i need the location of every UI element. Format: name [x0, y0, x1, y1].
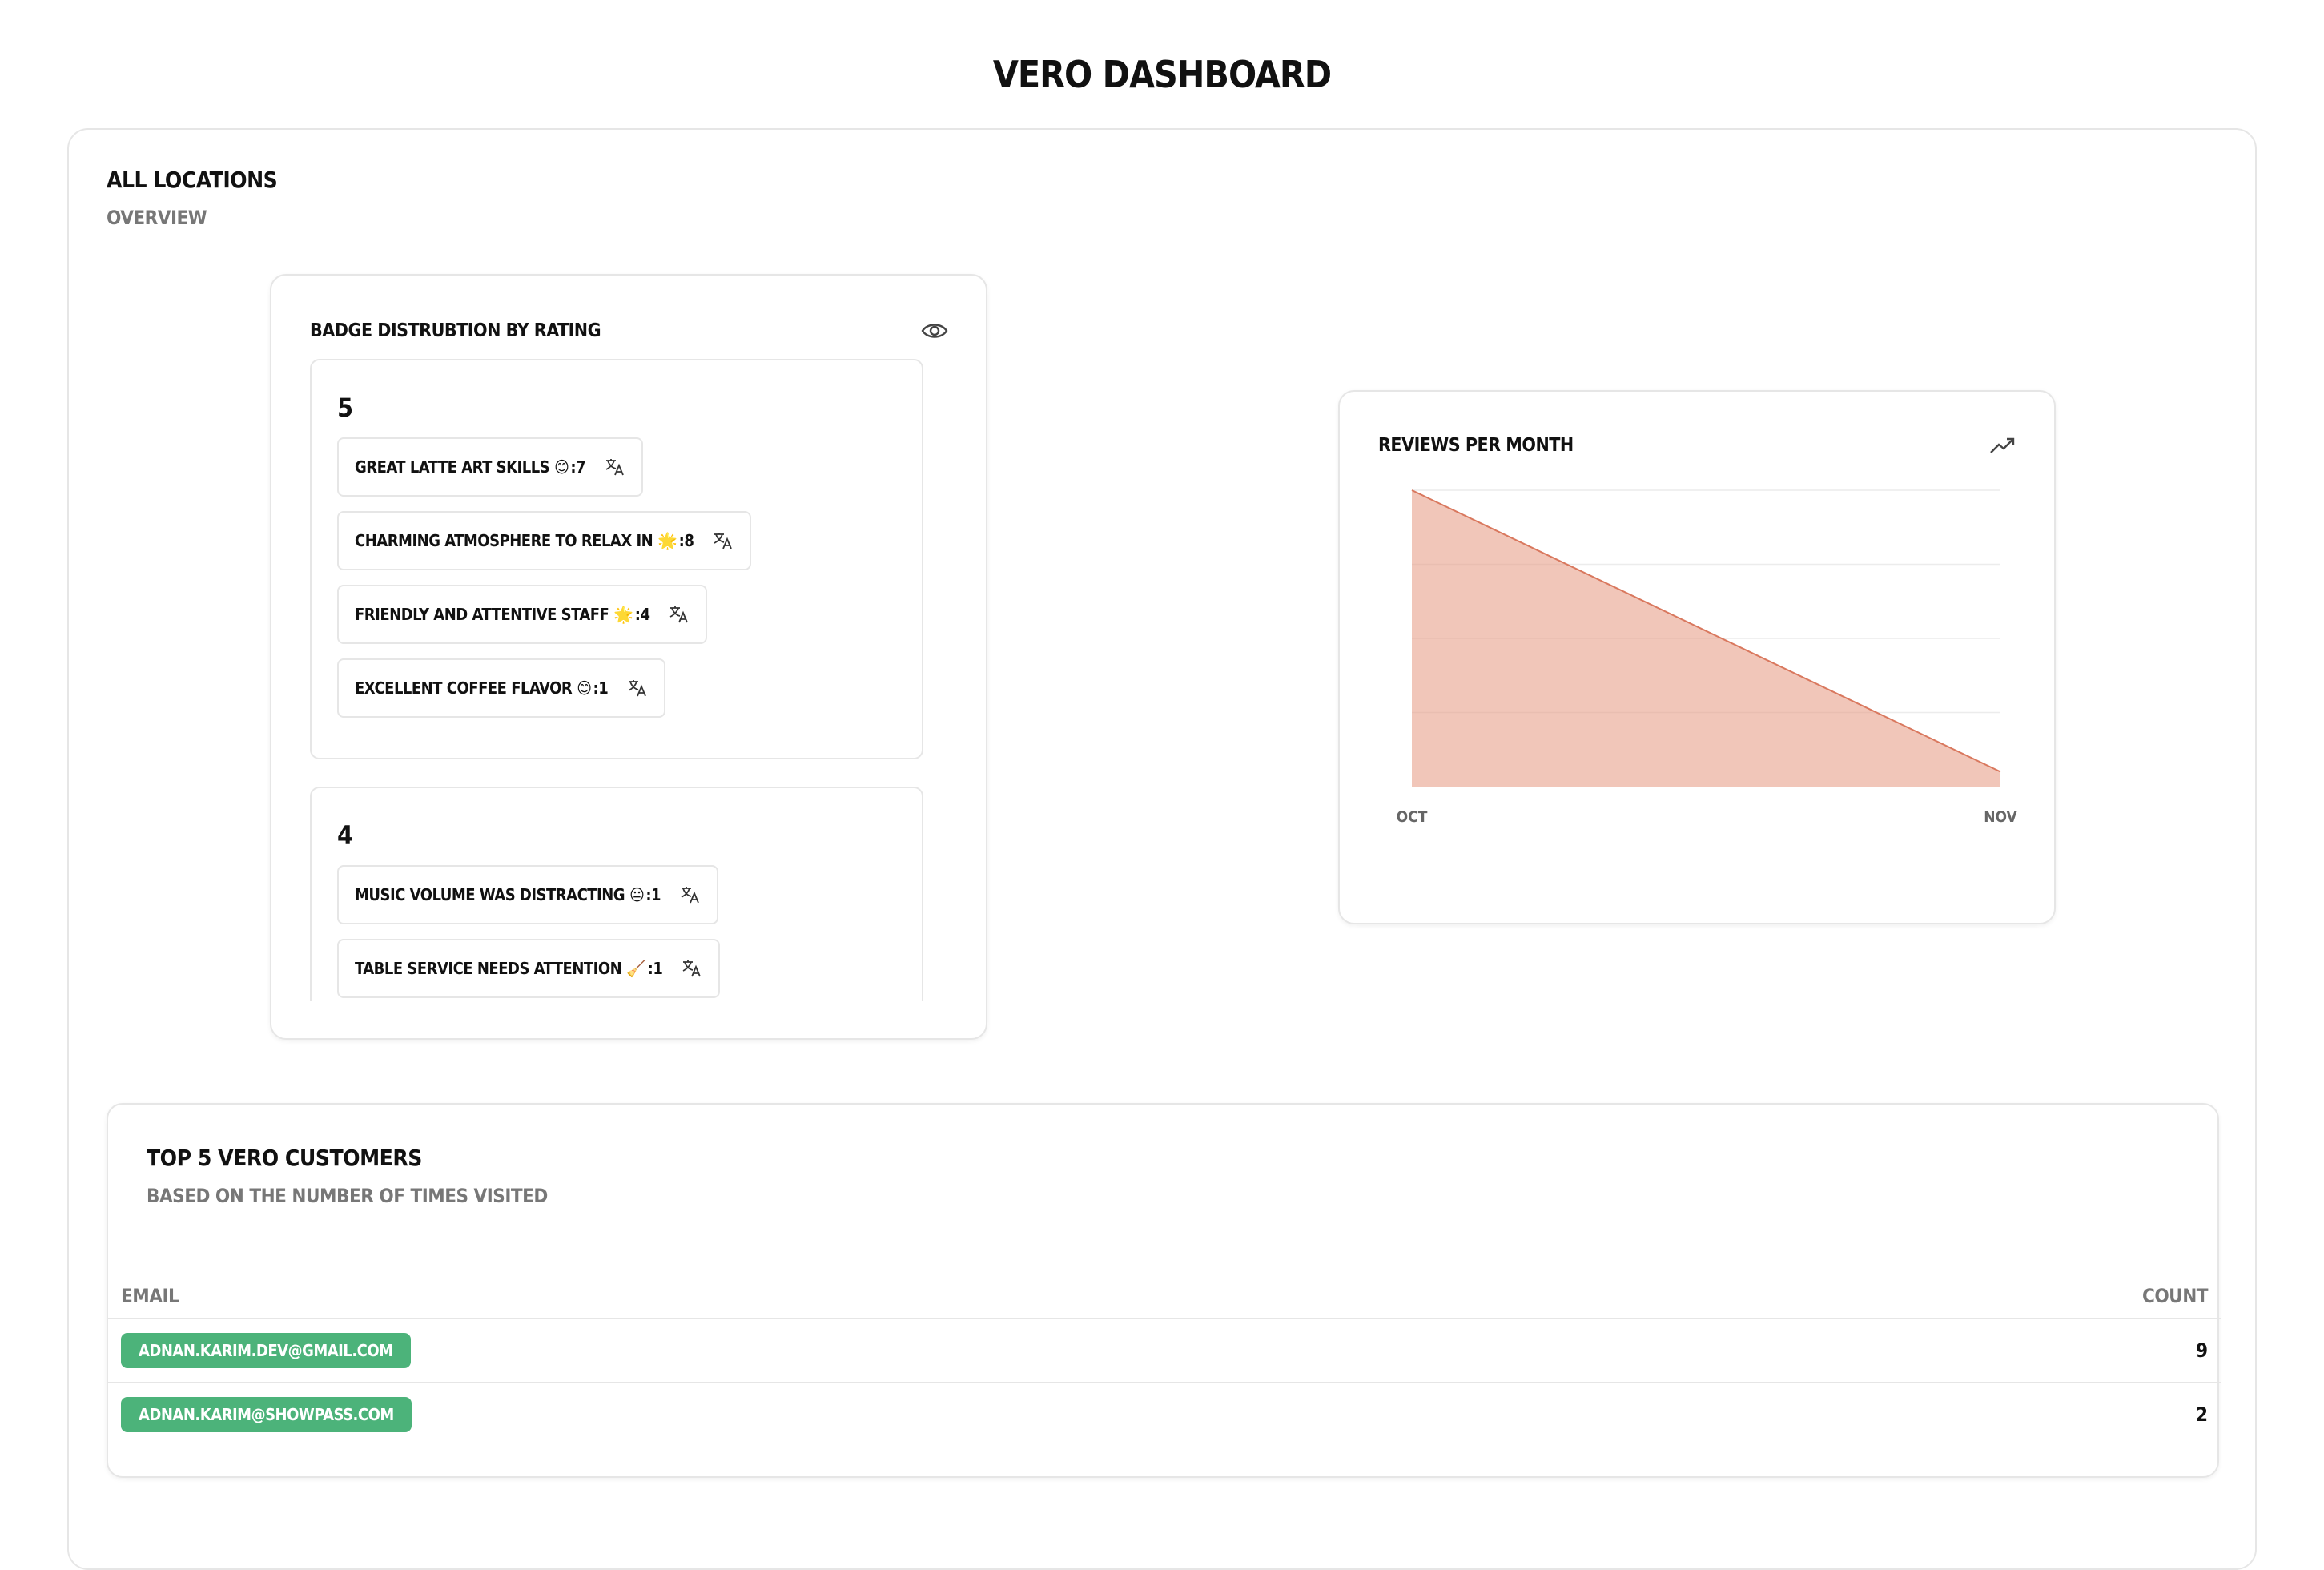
badge-count: 8	[684, 531, 694, 550]
badge-groups-scroll[interactable]: 5 GREAT LATTE ART SKILLS 😊:7 CHARMING ATMOS…	[310, 359, 925, 1001]
badge-emoji: 😊	[577, 678, 592, 698]
reviews-per-month-card: REVIEWS PER MONTH OCT NOV	[1338, 390, 2056, 924]
badge-label: EXCELLENT COFFEE FLAVOR	[355, 678, 573, 698]
translate-icon[interactable]	[627, 678, 648, 698]
badge-card-title: BADGE DISTRUBTION BY RATING	[310, 320, 601, 341]
rating-value: 4	[337, 820, 354, 851]
badge-label: GREAT LATTE ART SKILLS	[355, 457, 550, 477]
translate-icon[interactable]	[669, 605, 690, 624]
badge-emoji: 🌟	[657, 531, 677, 550]
email-cell: ADNAN.KARIM@SHOWPASS.COM	[108, 1382, 1747, 1446]
translate-icon[interactable]	[605, 457, 625, 477]
x-tick-label: NOV	[1984, 808, 2017, 826]
page-title: VERO DASHBOARD	[992, 53, 1332, 96]
section-subtitle: OVERVIEW	[107, 207, 207, 229]
table-row[interactable]: ADNAN.KARIM.DEV@GMAIL.COM 9	[108, 1318, 2221, 1383]
badge-count: 1	[653, 959, 663, 978]
badge-label: TABLE SERVICE NEEDS ATTENTION	[355, 959, 622, 978]
badge-count: 1	[598, 678, 609, 698]
column-header-email[interactable]: EMAIL	[108, 1274, 1747, 1318]
table-header-row: EMAIL COUNT	[108, 1274, 2221, 1318]
x-tick-label: OCT	[1397, 808, 1428, 826]
column-header-count[interactable]: COUNT	[1747, 1274, 2221, 1318]
count-cell: 9	[1747, 1318, 2221, 1383]
badge-separator: :	[678, 531, 685, 550]
badge-separator: :	[570, 457, 577, 477]
badge-distribution-card: BADGE DISTRUBTION BY RATING 5 GREAT LATTE…	[270, 274, 987, 1040]
badge-separator: :	[593, 678, 599, 698]
table-row[interactable]: ADNAN.KARIM@SHOWPASS.COM 2	[108, 1382, 2221, 1446]
badge-count: 4	[640, 605, 650, 624]
rating-group: 5 GREAT LATTE ART SKILLS 😊:7 CHARMING ATMOS…	[310, 359, 923, 759]
badge-label: CHARMING ATMOSPHERE TO RELAX IN	[355, 531, 653, 550]
customers-table-body: ADNAN.KARIM.DEV@GMAIL.COM 9 ADNAN.KARIM@SH…	[108, 1318, 2221, 1446]
badge-chip[interactable]: GREAT LATTE ART SKILLS 😊:7	[337, 437, 644, 497]
badge-separator: :	[634, 605, 641, 624]
email-badge[interactable]: ADNAN.KARIM.DEV@GMAIL.COM	[121, 1333, 411, 1368]
badge-chip[interactable]: EXCELLENT COFFEE FLAVOR 😊:1	[337, 658, 666, 718]
badge-chip[interactable]: MUSIC VOLUME WAS DISTRACTING 😐:1	[337, 865, 719, 924]
rating-group: 4 MUSIC VOLUME WAS DISTRACTING 😐:1 TABLE SE…	[310, 787, 923, 1001]
section-title: ALL LOCATIONS	[107, 167, 278, 193]
reviews-area-chart: OCT NOV	[1397, 489, 2018, 826]
email-badge[interactable]: ADNAN.KARIM@SHOWPASS.COM	[121, 1397, 412, 1432]
badge-separator: :	[645, 885, 652, 904]
badge-count: 7	[576, 457, 586, 477]
badge-emoji: 🌟	[613, 605, 633, 624]
badge-chip[interactable]: CHARMING ATMOSPHERE TO RELAX IN 🌟:8	[337, 511, 752, 570]
customers-card-title: TOP 5 VERO CUSTOMERS	[147, 1145, 422, 1171]
badge-count: 1	[651, 885, 661, 904]
translate-icon[interactable]	[682, 959, 702, 978]
translate-icon[interactable]	[713, 531, 734, 550]
rating-value: 5	[337, 392, 354, 423]
count-cell: 2	[1747, 1382, 2221, 1446]
customers-table: EMAIL COUNT ADNAN.KARIM.DEV@GMAIL.COM 9 AD…	[108, 1274, 2221, 1446]
translate-icon[interactable]	[680, 885, 701, 904]
badge-chip[interactable]: FRIENDLY AND ATTENTIVE STAFF 🌟:4	[337, 585, 708, 644]
badge-separator: :	[647, 959, 653, 978]
email-cell: ADNAN.KARIM.DEV@GMAIL.COM	[108, 1318, 1747, 1383]
badge-emoji: 😐	[629, 885, 645, 904]
badge-chip[interactable]: TABLE SERVICE NEEDS ATTENTION 🧹:1	[337, 939, 721, 998]
top-customers-card: TOP 5 VERO CUSTOMERS BASED ON THE NUMBER…	[107, 1103, 2221, 1478]
eye-icon[interactable]	[920, 319, 949, 343]
badge-emoji: 😊	[554, 457, 569, 477]
badge-emoji: 🧹	[626, 959, 646, 978]
customers-card-subtitle: BASED ON THE NUMBER OF TIMES VISITED	[147, 1185, 548, 1207]
badge-label: FRIENDLY AND ATTENTIVE STAFF	[355, 605, 609, 624]
badge-label: MUSIC VOLUME WAS DISTRACTING	[355, 885, 625, 904]
